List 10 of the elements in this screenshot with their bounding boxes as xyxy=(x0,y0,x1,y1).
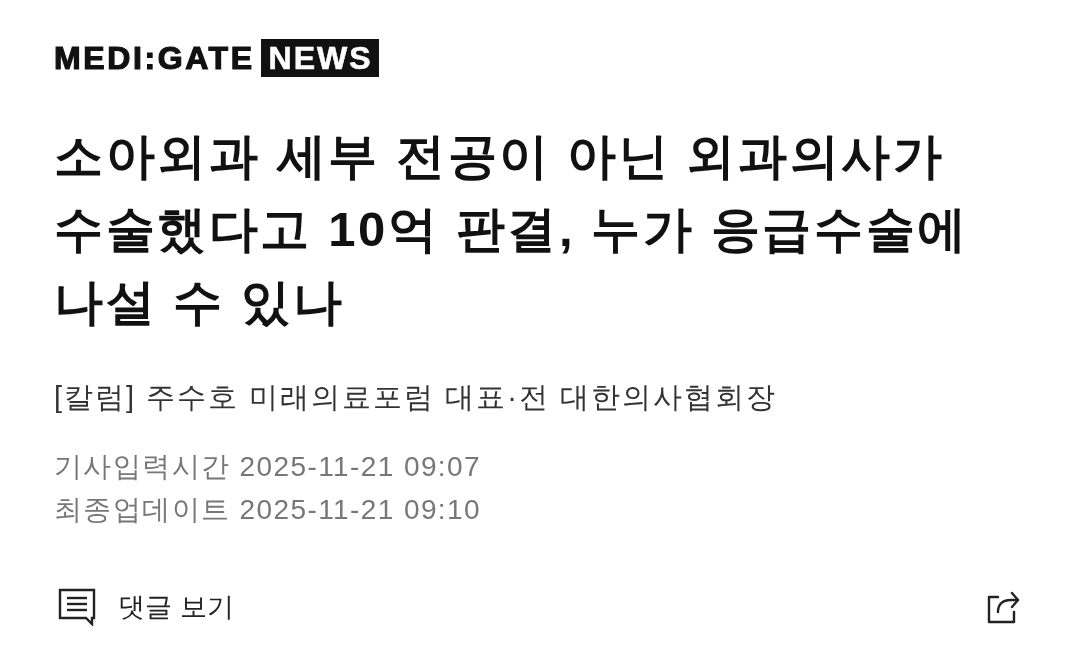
comment-icon xyxy=(58,588,96,626)
logo-wordmark: MEDI:GATE xyxy=(54,42,255,74)
article-timestamp: 최종업데이트 2025-11-21 09:10 xyxy=(54,493,482,527)
logo-section-label: NEWS xyxy=(260,39,379,77)
article-timestamp: 기사입력시간 2025-11-21 09:07 xyxy=(54,450,482,484)
share-button[interactable] xyxy=(986,589,1020,625)
comments-button[interactable]: 댓글 보기 xyxy=(58,588,234,626)
article-title: 소아외과 세부 전공이 아닌 외과의사가 수술했다고 10억 판결, 누가 응급수술에 나설 수 있나 xyxy=(54,128,970,331)
share-icon xyxy=(986,589,1020,625)
article-byline: [칼럼] 주수호 미래의료포럼 대표·전 대한의사협회장 xyxy=(54,380,778,415)
